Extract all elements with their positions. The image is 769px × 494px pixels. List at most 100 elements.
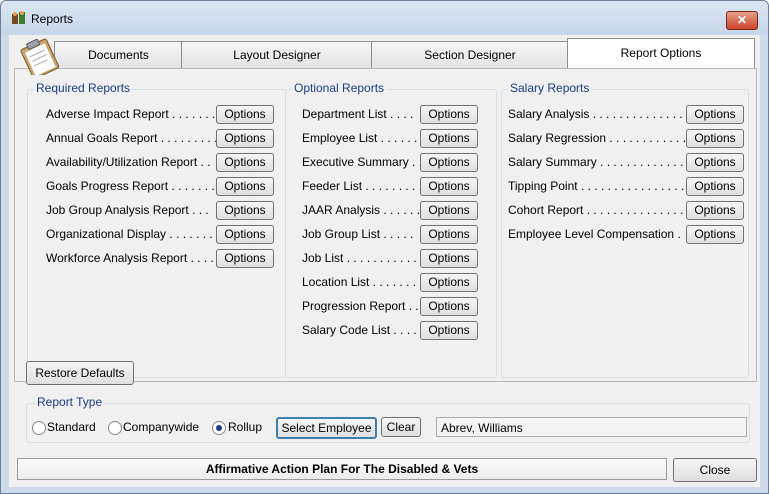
report-name: Feeder List bbox=[302, 179, 363, 193]
options-button[interactable]: Options bbox=[686, 105, 744, 124]
clipboard-icon bbox=[20, 38, 60, 75]
report-name: Job List bbox=[302, 251, 344, 265]
report-row: Employee Level Compensation . Options bbox=[502, 224, 748, 246]
tab-documents[interactable]: Documents bbox=[54, 41, 183, 68]
report-row: Availability/Utilization Report . . Optio… bbox=[28, 152, 285, 174]
report-row: Tipping Point . . . . . . . . . . . . . … bbox=[502, 176, 748, 198]
report-label: Employee Level Compensation . bbox=[508, 227, 686, 241]
leader-dots: . . . . . . . . . . . . . bbox=[346, 251, 420, 265]
report-row: Department List . . . . Options bbox=[286, 104, 496, 126]
options-button[interactable]: Options bbox=[420, 321, 478, 340]
report-label: Adverse Impact Report . . . . . . . bbox=[46, 107, 216, 121]
options-button[interactable]: Options bbox=[216, 153, 274, 172]
options-button[interactable]: Options bbox=[420, 105, 478, 124]
window-close-button[interactable]: ✕ bbox=[726, 11, 758, 30]
report-label: JAAR Analysis . . . . . . . bbox=[302, 203, 420, 217]
report-label: Salary Analysis . . . . . . . . . . . . … bbox=[508, 107, 686, 121]
reports-app-icon bbox=[12, 11, 25, 24]
report-row: Job List . . . . . . . . . . . . .Option… bbox=[286, 248, 496, 270]
report-row: Salary Analysis . . . . . . . . . . . . … bbox=[502, 104, 748, 126]
client-area: Documents Layout Designer Section Design… bbox=[9, 35, 760, 487]
report-row: JAAR Analysis . . . . . . .Options bbox=[286, 200, 496, 222]
salary-reports-title: Salary Reports bbox=[508, 81, 592, 95]
tab-layout-designer[interactable]: Layout Designer bbox=[181, 41, 373, 68]
report-name: Salary Summary bbox=[508, 155, 597, 169]
required-reports-title: Required Reports bbox=[34, 81, 133, 95]
options-button[interactable]: Options bbox=[686, 129, 744, 148]
report-name: Job Group List bbox=[302, 227, 381, 241]
options-button[interactable]: Options bbox=[216, 177, 274, 196]
companywide-radio-label: Companywide bbox=[123, 420, 200, 434]
options-button[interactable]: Options bbox=[216, 225, 274, 244]
required-reports-group: Required Reports Adverse Impact Report .… bbox=[27, 81, 286, 378]
leader-dots: . . . . . . . . . . . . . . . bbox=[600, 155, 686, 169]
options-button[interactable]: Options bbox=[420, 153, 478, 172]
clear-button[interactable]: Clear bbox=[381, 417, 421, 437]
tab-section-designer[interactable]: Section Designer bbox=[371, 41, 569, 68]
report-row: Salary Summary . . . . . . . . . . . . .… bbox=[502, 152, 748, 174]
report-label: Salary Regression . . . . . . . . . . . … bbox=[508, 131, 686, 145]
leader-dots: . . . . . . . . . . . . bbox=[606, 131, 686, 145]
report-row: Employee List . . . . . . Options bbox=[286, 128, 496, 150]
options-button[interactable]: Options bbox=[686, 153, 744, 172]
leader-dots: . . bbox=[412, 155, 420, 169]
report-row: Salary Regression . . . . . . . . . . . … bbox=[502, 128, 748, 150]
report-name: Availability/Utilization Report bbox=[46, 155, 198, 169]
report-name: Goals Progress Report bbox=[46, 179, 169, 193]
leader-dots: . . . . . . . . bbox=[369, 275, 420, 289]
report-type-title: Report Type bbox=[35, 395, 105, 409]
leader-dots: . . . . . . . bbox=[166, 227, 213, 241]
rollup-radio-label: Rollup bbox=[228, 420, 263, 434]
select-employee-button[interactable]: Select Employee bbox=[276, 417, 377, 439]
options-button[interactable]: Options bbox=[686, 177, 744, 196]
employee-field[interactable]: Abrev, Williams bbox=[436, 417, 747, 437]
report-label: Annual Goals Report . . . . . . . . . bbox=[46, 131, 216, 145]
options-button[interactable]: Options bbox=[686, 201, 744, 220]
options-button[interactable]: Options bbox=[420, 249, 478, 268]
tab-report-options[interactable]: Report Options bbox=[567, 38, 755, 70]
options-button[interactable]: Options bbox=[420, 297, 478, 316]
options-button[interactable]: Options bbox=[420, 177, 478, 196]
leader-dots: . . . . . . . . . bbox=[157, 131, 216, 145]
options-button[interactable]: Options bbox=[420, 129, 478, 148]
report-name: Employee List bbox=[302, 131, 378, 145]
options-button[interactable]: Options bbox=[420, 225, 478, 244]
options-button[interactable]: Options bbox=[420, 273, 478, 292]
leader-dots: . . . . . bbox=[380, 227, 414, 241]
report-name: Annual Goals Report bbox=[46, 131, 158, 145]
report-label: Employee List . . . . . . bbox=[302, 131, 420, 145]
status-banner: Affirmative Action Plan For The Disabled… bbox=[17, 458, 667, 480]
report-label: Feeder List . . . . . . . . . . . bbox=[302, 179, 420, 193]
report-name: Workforce Analysis Report bbox=[46, 251, 188, 265]
close-button[interactable]: Close bbox=[673, 458, 757, 482]
report-name: Location List bbox=[302, 275, 370, 289]
report-label: Tipping Point . . . . . . . . . . . . . … bbox=[508, 179, 686, 193]
reports-window: Reports ✕ Documents Layout Designer Sect… bbox=[0, 0, 769, 494]
report-label: Goals Progress Report . . . . . . . bbox=[46, 179, 216, 193]
options-button[interactable]: Options bbox=[686, 225, 744, 244]
leader-dots: . . . . . . . bbox=[168, 179, 215, 193]
report-label: Salary Code List . . . . . bbox=[302, 323, 420, 337]
standard-radio[interactable] bbox=[32, 421, 46, 435]
report-label: Location List . . . . . . . . bbox=[302, 275, 420, 289]
report-label: Executive Summary . . bbox=[302, 155, 420, 169]
report-row: Adverse Impact Report . . . . . . . Optio… bbox=[28, 104, 285, 126]
restore-defaults-button[interactable]: Restore Defaults bbox=[26, 361, 134, 385]
options-button[interactable]: Options bbox=[216, 201, 274, 220]
options-button[interactable]: Options bbox=[216, 105, 274, 124]
rollup-radio[interactable] bbox=[212, 421, 226, 435]
report-name: Cohort Report bbox=[508, 203, 584, 217]
leader-dots: . . . . . bbox=[393, 323, 420, 337]
leader-dots: . . . bbox=[188, 203, 209, 217]
report-row: Goals Progress Report . . . . . . . Optio… bbox=[28, 176, 285, 198]
companywide-radio[interactable] bbox=[108, 421, 122, 435]
options-button[interactable]: Options bbox=[216, 129, 274, 148]
leader-dots: . . . . . . . . . . . . . . . . . . bbox=[577, 179, 686, 193]
report-label: Organizational Display . . . . . . . bbox=[46, 227, 216, 241]
leader-dots: . . . . . . . . . . . bbox=[365, 179, 420, 193]
options-button[interactable]: Options bbox=[216, 249, 274, 268]
optional-reports-group: Optional Reports Department List . . . .… bbox=[285, 81, 497, 378]
leader-dots: . . . . . . bbox=[377, 131, 418, 145]
report-row: Job Group Analysis Report . . . Options bbox=[28, 200, 285, 222]
options-button[interactable]: Options bbox=[420, 201, 478, 220]
